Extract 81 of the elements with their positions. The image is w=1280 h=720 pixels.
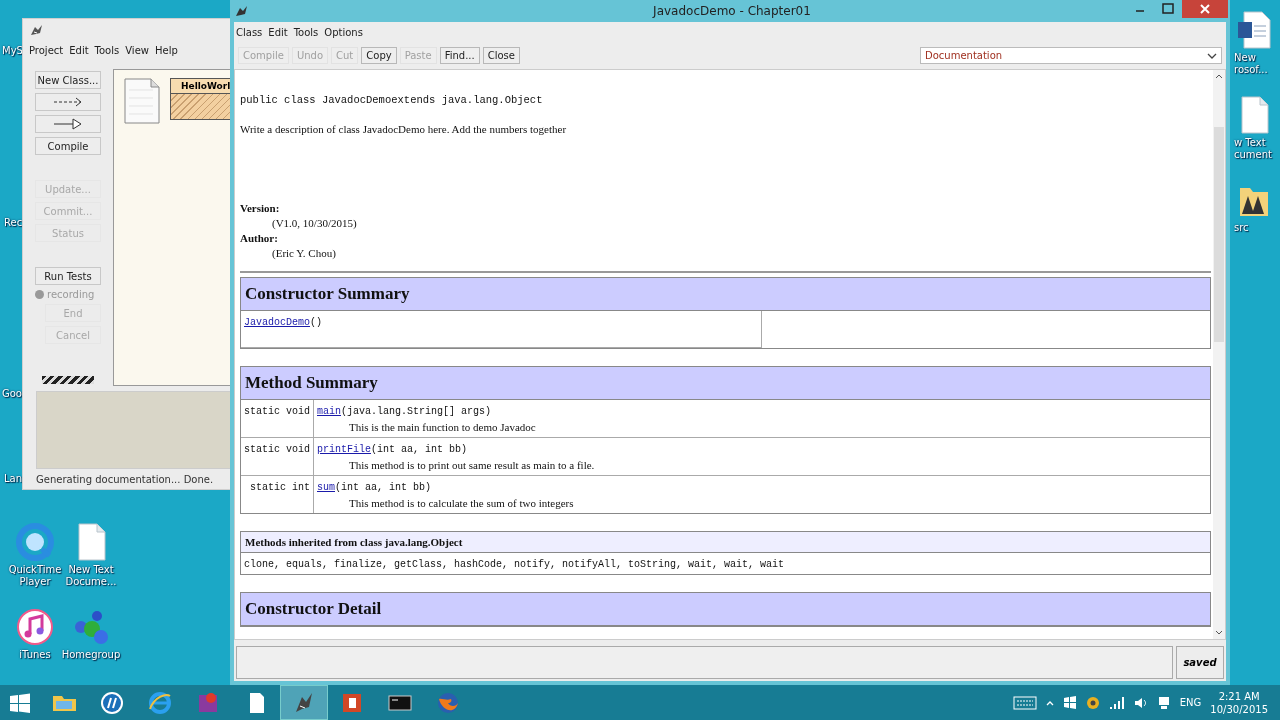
chevron-down-icon — [1207, 52, 1217, 59]
window-title: JavadocDemo - Chapter01 — [651, 4, 812, 18]
method-signature: JavadocDemo() — [244, 317, 323, 328]
class-description: Write a description of class JavadocDemo here. Add the numbers together — [240, 123, 568, 135]
tag-label: Author: — [240, 231, 279, 246]
menu-item[interactable]: Tools — [94, 44, 120, 56]
chevron-up-icon[interactable] — [1045, 699, 1054, 706]
method-modifier: static void — [244, 444, 310, 455]
table-header: Constructor Detail — [241, 593, 1210, 626]
save-status: saved — [1176, 646, 1224, 679]
dashed-arrow-icon — [53, 97, 83, 107]
menu-item[interactable]: Help — [154, 44, 178, 56]
inherited-methods: clone, equals, finalize, getClass, hashCode, notify, notifyAll, toString, wait, wait, wait — [244, 559, 785, 570]
menu-item[interactable]: Class — [236, 26, 263, 38]
desktop-icon-label[interactable]: Rec — [4, 217, 23, 229]
method-modifier: static void — [244, 406, 310, 417]
inheritance-arrow-button[interactable] — [35, 115, 101, 133]
scroll-down-icon — [1215, 630, 1223, 636]
method-signature: main(java.lang.String[] args) — [317, 406, 492, 417]
shield-icon[interactable] — [1085, 695, 1100, 710]
menu-item[interactable]: Edit — [69, 44, 89, 56]
bird-icon — [29, 23, 43, 37]
menu-item[interactable]: Project — [29, 44, 64, 56]
menu-item[interactable]: Tools — [293, 26, 319, 38]
language-indicator[interactable]: ENG — [1179, 697, 1202, 708]
desktop-icon-label[interactable]: New rosof... — [1234, 52, 1268, 76]
toolbar-button[interactable]: Close — [482, 47, 520, 64]
table-header: Constructor Summary — [241, 278, 1210, 311]
tag-value: (V1.0, 10/30/2015) — [271, 216, 358, 231]
signal-icon[interactable] — [1108, 695, 1125, 710]
method-link[interactable]: main — [317, 406, 341, 417]
desktop-icon-label[interactable]: iTunes — [19, 649, 51, 661]
desktop-icon-label[interactable]: Goo — [2, 388, 22, 400]
tag-value: (Eric Y. Chou) — [271, 246, 337, 261]
scrollbar[interactable] — [1213, 70, 1225, 639]
desktop-icon-label[interactable]: src — [1234, 222, 1249, 234]
network-icon[interactable] — [1156, 695, 1171, 710]
table-header: Method Summary — [241, 367, 1210, 400]
desktop-icon-label[interactable]: Homegroup — [61, 649, 121, 661]
taskbar-button[interactable] — [280, 685, 328, 720]
bird-icon — [234, 4, 248, 18]
status-message: Generating documentation... Done. — [35, 473, 215, 485]
scroll-up-icon — [1215, 73, 1223, 79]
class-box[interactable]: HelloWorl — [170, 78, 232, 120]
hollow-arrow-icon — [53, 118, 83, 130]
desktop-icon-label[interactable]: w Text cument — [1234, 137, 1272, 161]
close-icon[interactable] — [1182, 0, 1228, 18]
method-description: This method is to calculate the sum of two integers — [348, 496, 575, 509]
clock-time[interactable]: 2:21 AM — [1218, 689, 1260, 703]
quicktime-icon[interactable] — [15, 522, 55, 562]
speaker-icon[interactable] — [1133, 695, 1148, 710]
method-description: This method is to print out same result as main to a file. — [348, 458, 596, 471]
method-link[interactable]: sum — [317, 482, 335, 493]
menu-item[interactable]: Edit — [268, 26, 288, 38]
tag-label: Version: — [240, 201, 281, 216]
table-header: Methods inherited from class java.lang.Object — [241, 532, 1210, 553]
desktop-icon-label[interactable]: MyS — [2, 45, 23, 57]
button[interactable]: Compile — [35, 137, 101, 155]
method-modifier: static int — [250, 482, 310, 493]
music-note-icon[interactable] — [15, 607, 55, 647]
view-dropdown[interactable]: Documentation — [920, 47, 1222, 64]
method-signature: sum(int aa, int bb) — [317, 482, 432, 493]
scrollbar-thumb[interactable] — [1214, 127, 1224, 342]
button[interactable]: Run Tests — [35, 267, 101, 285]
desktop-icon-label[interactable]: Lan — [4, 473, 23, 485]
menu-item[interactable]: Options — [324, 26, 363, 38]
button[interactable]: New Class... — [35, 71, 101, 89]
start-icon[interactable] — [9, 692, 31, 713]
method-description: This is the main function to demo Javadoc — [348, 420, 537, 433]
toolbar-button[interactable]: Copy — [361, 47, 397, 64]
menu-item[interactable]: View — [125, 44, 149, 56]
clock-date[interactable]: 10/30/2015 — [1210, 702, 1268, 716]
flag-icon[interactable] — [1062, 695, 1077, 710]
toolbar-button[interactable]: Find... — [439, 47, 480, 64]
method-signature: printFile(int aa, int bb) — [317, 444, 468, 455]
class-declaration: public class JavadocDemoextends java.lang.Object — [240, 94, 544, 106]
progress-indicator — [42, 376, 94, 384]
method-link[interactable]: printFile — [317, 444, 371, 455]
recording-label: recording — [47, 289, 95, 300]
method-link[interactable]: JavadocDemo — [244, 317, 310, 328]
dashed-arrow-button[interactable] — [35, 93, 101, 111]
